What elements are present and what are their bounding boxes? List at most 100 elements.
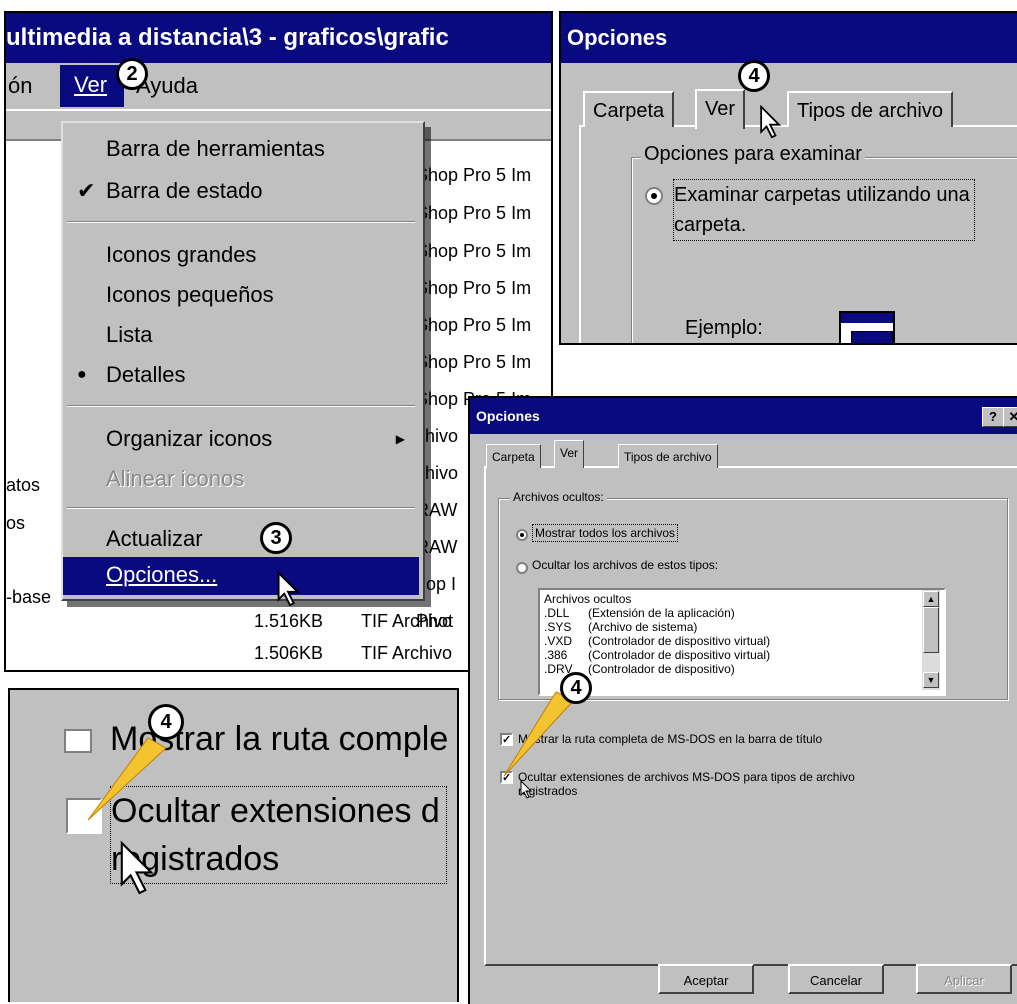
- list-scrollbar[interactable]: ▲ ▼: [922, 590, 940, 690]
- tab-carpeta[interactable]: Carpeta: [486, 444, 541, 468]
- file-row[interactable]: Shop Pro 5 Im: [416, 241, 531, 262]
- file-row[interactable]: Shop Pro 5 Im: [416, 165, 531, 186]
- menu-item-statusbar[interactable]: ✔ Barra de estado: [63, 173, 419, 209]
- radio-button[interactable]: [645, 187, 663, 205]
- file-type: TIF Archivo: [361, 643, 453, 663]
- menu-item-label: Detalles: [106, 362, 186, 387]
- tab-label: Carpeta: [492, 450, 535, 464]
- tab-label: Tipos de archivo: [624, 450, 712, 464]
- menu-item-align-icons: Alinear iconos: [63, 461, 419, 497]
- scroll-down-icon[interactable]: ▼: [923, 672, 939, 688]
- list-item-desc: (Controlador de dispositivo): [588, 662, 735, 676]
- menu-item-large-icons[interactable]: Iconos grandes: [63, 237, 419, 273]
- menu-item-label: Iconos pequeños: [106, 282, 274, 307]
- menu-item-details[interactable]: ● Detalles: [63, 357, 419, 393]
- file-row-name[interactable]: os: [6, 513, 25, 534]
- tab-ver[interactable]: Ver: [695, 89, 746, 129]
- radio-label-line: Examinar carpetas utilizando una: [674, 184, 970, 206]
- tab-tipos-de-archivo[interactable]: Tipos de archivo: [787, 91, 953, 127]
- options-dialog-titlebar: Opciones: [470, 398, 1017, 434]
- menu-edicion[interactable]: ón: [8, 63, 32, 109]
- tab-label: Ver: [705, 98, 736, 120]
- hidden-types-list[interactable]: Archivos ocultos .DLL (Extensión de la a…: [538, 588, 946, 696]
- file-size: 1.516KB: [254, 611, 324, 631]
- group-label: Archivos ocultos:: [510, 490, 607, 504]
- list-item-desc: (Archivo de sistema): [588, 620, 698, 634]
- radio-label[interactable]: Examinar carpetas utilizando una carpeta.: [673, 179, 975, 241]
- list-item-ext[interactable]: .386: [544, 648, 567, 662]
- tab-label: Ver: [560, 446, 579, 460]
- file-row[interactable]: Shop Pro 5 Im: [416, 352, 531, 373]
- cancel-button[interactable]: Cancelar: [788, 964, 884, 994]
- tab-carpeta[interactable]: Carpeta: [583, 91, 675, 127]
- mouse-pointer-icon: [277, 571, 300, 607]
- example-preview-icon: [839, 311, 895, 343]
- list-item-ext[interactable]: .SYS: [544, 620, 571, 634]
- menu-ver-label: Ver: [74, 72, 108, 97]
- radio-show-all-label[interactable]: Mostrar todos los archivos: [532, 524, 679, 542]
- mouse-pointer-icon: [760, 105, 782, 139]
- close-button[interactable]: ✕: [1003, 407, 1017, 427]
- list-item-ext[interactable]: .DLL: [544, 606, 569, 620]
- step-badge: 3: [260, 522, 292, 554]
- options-zoom-titlebar: Opciones: [561, 13, 1017, 63]
- check-icon: ✔: [77, 178, 96, 203]
- explorer-menubar: ón Ver Ayuda: [6, 63, 551, 109]
- list-item-ext[interactable]: .VXD: [544, 634, 572, 648]
- mouse-pointer-icon: [120, 840, 154, 895]
- menu-item-toolbar[interactable]: Barra de herramientas: [63, 131, 419, 167]
- tab-label: Tipos de archivo: [797, 100, 943, 122]
- menu-item-arrange-icons[interactable]: Organizar iconos ▶: [63, 421, 419, 457]
- list-header: Archivos ocultos: [544, 592, 632, 606]
- step-badge: 2: [116, 58, 148, 90]
- dialog-title: Opciones: [567, 25, 668, 50]
- menu-item-list[interactable]: Lista: [63, 317, 419, 353]
- file-row-name[interactable]: atos: [6, 475, 40, 496]
- menu-ver[interactable]: Ver: [60, 65, 124, 107]
- group-label: Opciones para examinar: [641, 143, 865, 166]
- file-row-name[interactable]: -base: [6, 587, 51, 608]
- menu-item-refresh[interactable]: Actualizar: [63, 521, 419, 557]
- bullet-icon: ●: [77, 366, 87, 383]
- file-size: 1.506KB: [254, 643, 324, 663]
- list-item-desc: (Extensión de la aplicación): [588, 606, 735, 620]
- step-badge: 4: [148, 704, 184, 740]
- mouse-pointer-icon: [520, 780, 533, 799]
- menu-separator: [67, 507, 415, 509]
- tab-ver[interactable]: Ver: [554, 440, 585, 468]
- menu-item-label: Barra de herramientas: [106, 136, 325, 161]
- list-item-desc: (Controlador de dispositivo virtual): [588, 648, 771, 662]
- menu-item-label: Organizar iconos: [106, 426, 273, 451]
- menu-item-label: Opciones...: [106, 562, 218, 587]
- tab-label: Carpeta: [593, 100, 665, 122]
- scroll-thumb[interactable]: [923, 607, 939, 653]
- accept-button[interactable]: Aceptar: [658, 964, 754, 994]
- menu-item-label: Alinear iconos: [106, 466, 245, 491]
- dialog-title: Opciones: [476, 408, 540, 424]
- menu-item-label: Actualizar: [106, 526, 203, 551]
- explorer-titlebar: ultimedia a distancia\3 - graficos\grafi…: [6, 13, 551, 63]
- radio-label-line: carpeta.: [674, 214, 747, 236]
- example-label: Ejemplo:: [685, 317, 763, 339]
- file-row[interactable]: Shop Pro 5 Im: [416, 315, 531, 336]
- menu-separator: [67, 405, 415, 407]
- file-row[interactable]: Shop Pro 5 Im: [416, 278, 531, 299]
- apply-button[interactable]: Aplicar: [916, 964, 1012, 994]
- submenu-arrow-icon: ▶: [395, 432, 405, 446]
- radio-hide-types-label[interactable]: Ocultar los archivos de estos tipos:: [532, 558, 718, 572]
- menu-item-label: Iconos grandes: [106, 242, 257, 267]
- menu-item-small-icons[interactable]: Iconos pequeños: [63, 277, 419, 313]
- menu-item-label: Lista: [106, 322, 153, 347]
- radio-hide-types[interactable]: [516, 562, 528, 574]
- scroll-up-icon[interactable]: ▲: [923, 591, 939, 607]
- menu-item-options[interactable]: Opciones...: [63, 557, 419, 595]
- file-row[interactable]: Shop Pro 5 Im: [416, 203, 531, 224]
- help-button[interactable]: ?: [982, 407, 1004, 427]
- file-type: TIF Archivo: [361, 611, 453, 631]
- explorer-title: ultimedia a distancia\3 - graficos\grafi…: [6, 24, 449, 51]
- step-badge: 4: [560, 672, 592, 704]
- radio-show-all[interactable]: [516, 529, 528, 541]
- tab-tipos-de-archivo[interactable]: Tipos de archivo: [618, 444, 718, 468]
- list-item-desc: (Controlador de dispositivo virtual): [588, 634, 771, 648]
- view-menu: Barra de herramientas ✔ Barra de estado I…: [61, 121, 425, 601]
